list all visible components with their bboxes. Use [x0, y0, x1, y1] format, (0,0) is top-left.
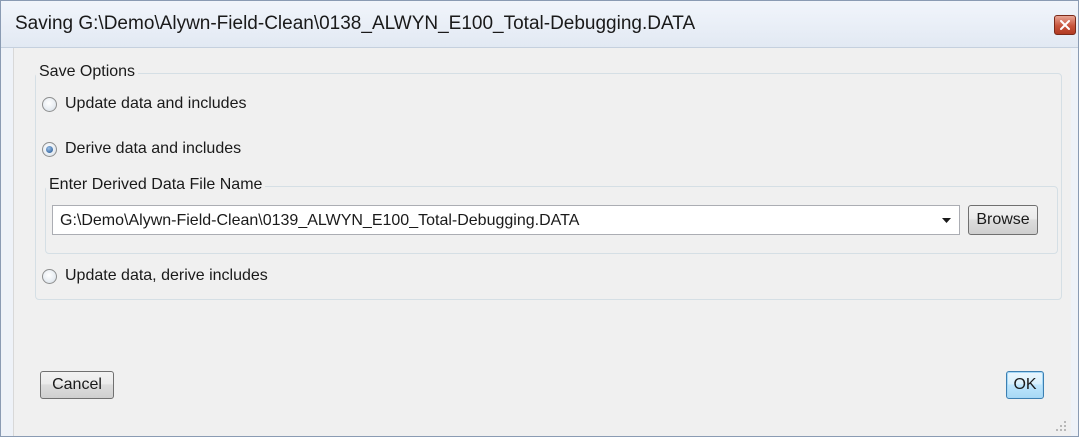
radio-label: Update data, derive includes: [65, 267, 268, 284]
close-icon: [1060, 20, 1070, 30]
resize-grip-icon[interactable]: [1055, 420, 1067, 432]
radio-selected-dot: [46, 145, 53, 153]
ok-button[interactable]: OK: [1006, 371, 1044, 399]
browse-button[interactable]: Browse: [968, 205, 1038, 235]
radio-label: Derive data and includes: [65, 140, 242, 157]
radio-label: Update data and includes: [65, 95, 247, 112]
derived-file-value: G:\Demo\Alywn-Field-Clean\0139_ALWYN_E10…: [60, 212, 580, 229]
radio-button-selected[interactable]: [42, 141, 57, 157]
radio-button[interactable]: [42, 268, 57, 284]
chevron-down-icon[interactable]: [942, 218, 951, 223]
radio-update-data-derive-includes[interactable]: Update data, derive includes: [42, 267, 268, 285]
derived-file-combobox[interactable]: G:\Demo\Alywn-Field-Clean\0139_ALWYN_E10…: [52, 205, 960, 235]
save-dialog: Saving G:\Demo\Alywn-Field-Clean\0138_AL…: [0, 0, 1079, 437]
close-button[interactable]: [1054, 15, 1076, 35]
dialog-body: Save Options Update data and includes De…: [13, 48, 1071, 436]
derived-file-label: Enter Derived Data File Name: [46, 176, 266, 194]
radio-button[interactable]: [42, 96, 57, 112]
title-bar[interactable]: Saving G:\Demo\Alywn-Field-Clean\0138_AL…: [1, 1, 1078, 48]
radio-update-data-and-includes[interactable]: Update data and includes: [42, 95, 246, 113]
cancel-button[interactable]: Cancel: [40, 371, 114, 399]
window-title: Saving G:\Demo\Alywn-Field-Clean\0138_AL…: [15, 13, 696, 34]
radio-derive-data-and-includes[interactable]: Derive data and includes: [42, 140, 241, 158]
save-options-label: Save Options: [36, 63, 139, 81]
